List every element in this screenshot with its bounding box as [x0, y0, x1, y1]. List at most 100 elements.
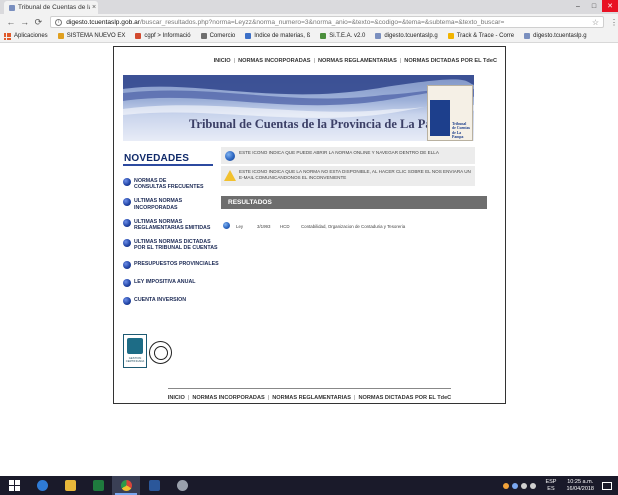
- browser-tab[interactable]: Tribunal de Cuentas de la ×: [4, 1, 98, 14]
- page-icon: [200, 33, 207, 39]
- page-icon: [135, 33, 142, 39]
- language-indicator[interactable]: ESP ES: [545, 479, 556, 492]
- bookmark-label: Comercio: [209, 33, 236, 39]
- clock-time: 10:25 a.m.: [567, 479, 594, 485]
- url-path: /buscar_resultados.php?norma=Leyzz&norma…: [139, 18, 505, 26]
- bookmark-item[interactable]: SISTEMA NUEVO EX: [57, 33, 126, 39]
- blue-bullet-icon: [123, 218, 131, 227]
- file-explorer-icon[interactable]: [56, 476, 84, 495]
- back-arrow-icon[interactable]: ←: [5, 16, 17, 28]
- windows-start-icon[interactable]: [0, 476, 28, 495]
- media-app-icon[interactable]: [168, 476, 196, 495]
- result-tema: Contabilidad, Organizacion de Contaduria…: [301, 224, 406, 229]
- site-favicon-icon: [9, 4, 15, 11]
- bookmark-item[interactable]: Track & Trace - Corre: [447, 33, 515, 39]
- forward-arrow-icon[interactable]: →: [19, 16, 31, 28]
- gestion-certificada-badge: GESTION CERTIFICADA: [123, 334, 147, 368]
- nav-normas-reglamentarias[interactable]: NORMAS REGLAMENTARIAS: [318, 58, 397, 64]
- footer-nav-normas-dictadas[interactable]: NORMAS DICTADAS POR EL TdeC: [359, 395, 452, 401]
- footer-nav-normas-reglamentarias[interactable]: NORMAS REGLAMENTARIAS: [272, 395, 351, 401]
- browser-menu-icon[interactable]: ⋮: [610, 18, 618, 27]
- menu-item-cuenta-inversion[interactable]: CUENTA INVERSION: [123, 297, 223, 306]
- blue-bullet-icon: [123, 297, 131, 306]
- nav-normas-incorporadas[interactable]: NORMAS INCORPORADAS: [238, 58, 310, 64]
- notice-unavailable: ESTE ICONO INDICA QUE LA NORMA NO ESTA D…: [221, 166, 475, 186]
- bookmark-label: Si.T.E.A. v2.0: [329, 33, 366, 39]
- page-viewport: INICIO | NORMAS INCORPORADAS | NORMAS REGLAM…: [0, 44, 618, 476]
- blue-bullet-icon: [123, 260, 131, 269]
- site-banner: Tribunal de Cuentas de la Provincia de L…: [123, 75, 474, 141]
- footer-nav-normas-incorporadas[interactable]: NORMAS INCORPORADAS: [192, 395, 264, 401]
- novedades-menu: NORMAS DE CONSULTAS FRECUENTES ULTIMAS NO…: [123, 178, 223, 306]
- bookmark-label: cgpf > Informació: [144, 33, 191, 39]
- bookmarks-bar: Aplicaciones SISTEMA NUEVO EX cgpf > Inf…: [0, 30, 618, 43]
- bookmark-label: Indice de materias, ß: [254, 33, 311, 39]
- result-tipo: Ley: [236, 224, 244, 229]
- blue-bullet-icon: [123, 178, 131, 186]
- menu-item-ultimas-incorporadas[interactable]: ULTIMAS NORMAS INCORPORADAS: [123, 198, 223, 211]
- system-tray: ESP ES 10:25 a.m. 16/04/2018: [503, 476, 618, 495]
- reload-icon[interactable]: ⟳: [33, 16, 45, 28]
- nav-normas-dictadas[interactable]: NORMAS DICTADAS POR EL TdeC: [404, 58, 497, 64]
- tray-app-icon[interactable]: [503, 482, 510, 489]
- minimize-button[interactable]: –: [570, 0, 586, 12]
- tab-close-icon[interactable]: ×: [90, 4, 98, 11]
- bookmark-label: Track & Trace - Corre: [456, 33, 515, 39]
- clock-date: 16/04/2018: [566, 485, 594, 492]
- excel-icon[interactable]: [84, 476, 112, 495]
- internet-explorer-icon[interactable]: [28, 476, 56, 495]
- bookmark-item[interactable]: Comercio: [200, 33, 236, 39]
- novedades-heading: NOVEDADES: [124, 153, 190, 164]
- open-online-globe-icon[interactable]: [223, 222, 230, 229]
- tab-title: Tribunal de Cuentas de la: [18, 4, 90, 11]
- menu-item-ley-impositiva[interactable]: LEY IMPOSITIVA ANUAL: [123, 278, 223, 287]
- bookmark-item[interactable]: Indice de materias, ß: [245, 33, 310, 39]
- bookmark-star-icon[interactable]: ☆: [592, 18, 599, 27]
- tray-app-icon[interactable]: [512, 482, 519, 489]
- close-window-button[interactable]: ✕: [602, 0, 618, 12]
- window-controls: – □ ✕: [570, 0, 618, 12]
- bookmark-label: Aplicaciones: [14, 33, 48, 39]
- bookmark-label: digesto.tcuentaslp.g: [533, 33, 587, 39]
- result-numero[interactable]: 3/1993: [257, 224, 270, 229]
- warning-icon: [224, 170, 236, 181]
- menu-item-ultimas-dictadas[interactable]: ULTIMAS NORMAS DICTADAS POR EL TRIBUNAL D…: [123, 239, 223, 251]
- url-host: digesto.tcuentaslp.gob.ar: [66, 18, 140, 26]
- bookmark-item[interactable]: digesto.tcuentaslp.g: [375, 33, 438, 39]
- bookmark-label: SISTEMA NUEVO EX: [66, 33, 126, 39]
- bookmark-item[interactable]: cgpf > Informació: [135, 33, 191, 39]
- chrome-icon[interactable]: [112, 476, 140, 495]
- bookmark-apps[interactable]: Aplicaciones: [4, 32, 48, 40]
- menu-item-presupuestos[interactable]: PRESUPUESTOS PROVINCIALES: [123, 260, 223, 269]
- bookmark-item[interactable]: digesto.tcuentaslp.g: [524, 33, 587, 39]
- windows-taskbar: ESP ES 10:25 a.m. 16/04/2018: [0, 476, 618, 495]
- menu-item-consultas-frecuentes[interactable]: NORMAS DE CONSULTAS FRECUENTES: [123, 178, 223, 190]
- site-info-icon[interactable]: i: [55, 18, 63, 26]
- clock[interactable]: 10:25 a.m. 16/04/2018: [566, 479, 594, 492]
- volume-icon[interactable]: [530, 482, 537, 489]
- notice-unavailable-text: ESTE ICONO INDICA QUE LA NORMA NO ESTA D…: [239, 169, 471, 174]
- tray-icons: [503, 482, 539, 489]
- logo-text: Tribunal de Cuentas de La Pampa: [452, 122, 471, 140]
- maximize-button[interactable]: □: [586, 0, 602, 12]
- address-bar[interactable]: i digesto.tcuentaslp.gob.ar/buscar_resul…: [50, 16, 605, 28]
- result-organismo: HCD: [280, 224, 290, 229]
- top-nav: INICIO | NORMAS INCORPORADAS | NORMAS REGLAM…: [213, 58, 497, 64]
- browser-toolbar: ← → ⟳ i digesto.tcuentaslp.gob.ar/buscar…: [0, 14, 618, 30]
- menu-item-ultimas-reglamentarias[interactable]: ULTIMAS NORMAS REGLAMENTARIAS EMITIDAS: [123, 218, 223, 231]
- iram-seal-icon: [149, 341, 172, 364]
- footer-divider: [168, 388, 451, 389]
- word-doc-icon[interactable]: [140, 476, 168, 495]
- notifications-icon[interactable]: [602, 481, 612, 490]
- novedades-divider: [123, 164, 213, 166]
- page-icon: [245, 33, 252, 39]
- blue-bullet-icon: [123, 278, 131, 287]
- table-row[interactable]: Ley 3/1993 HCD Contabilidad, Organizacio…: [223, 221, 483, 231]
- page-icon: [57, 33, 64, 39]
- network-icon[interactable]: [521, 482, 528, 489]
- notice-online-text: ESTE ICONO INDICA QUE PUEDE ABRIR LA NOR…: [239, 150, 439, 155]
- bookmark-item[interactable]: Si.T.E.A. v2.0: [320, 33, 365, 39]
- nav-inicio[interactable]: INICIO: [214, 58, 231, 64]
- banner-title: Tribunal de Cuentas de la Provincia de L…: [189, 117, 456, 131]
- footer-nav-inicio[interactable]: INICIO: [168, 395, 185, 401]
